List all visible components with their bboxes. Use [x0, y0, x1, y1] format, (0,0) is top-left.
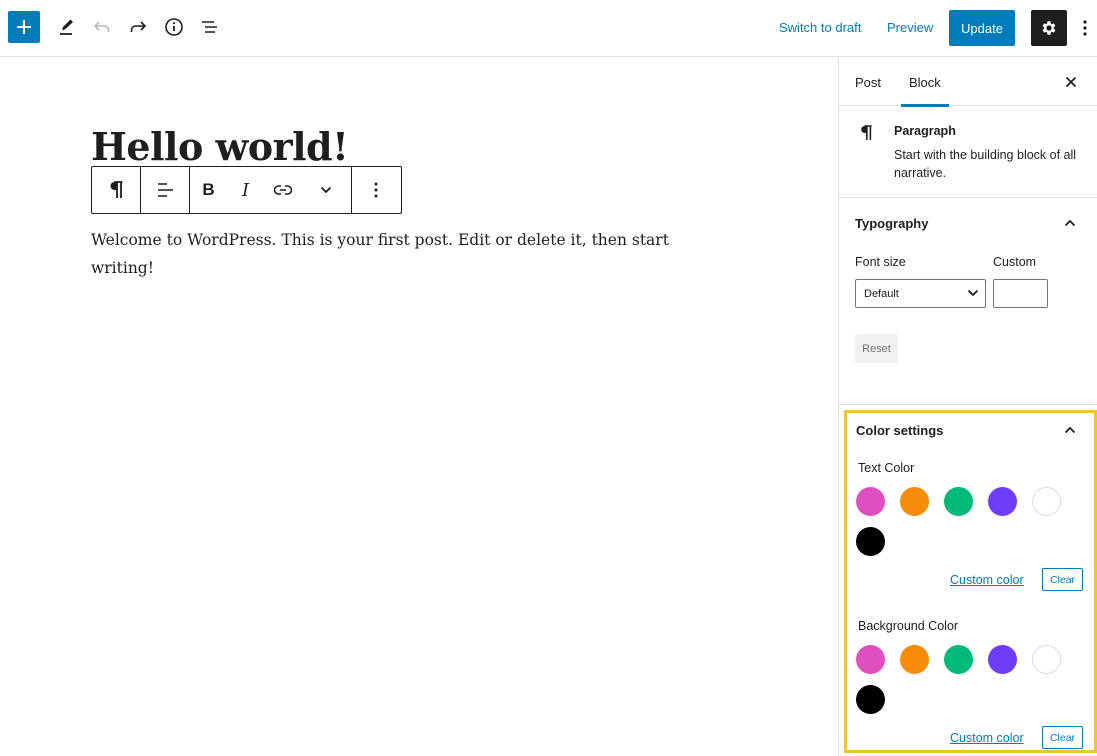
list-view-icon: [202, 21, 217, 33]
block-options-group: [352, 167, 400, 213]
background-color-swatch[interactable]: [900, 645, 929, 674]
settings-sidebar: Post Block Paragraph Start with the buil…: [838, 58, 1097, 756]
post-title[interactable]: Hello world!: [91, 124, 349, 169]
update-button[interactable]: Update: [949, 10, 1015, 46]
background-color-swatch[interactable]: [988, 645, 1017, 674]
options-button[interactable]: [1076, 14, 1094, 42]
link-button[interactable]: [264, 167, 301, 213]
text-color-label: Text Color: [858, 461, 915, 475]
add-block-button[interactable]: [8, 11, 40, 43]
list-view-button[interactable]: [194, 10, 226, 44]
chevron-up-icon[interactable]: [1062, 422, 1078, 438]
bold-button[interactable]: B: [190, 167, 227, 213]
typography-panel: Typography Font size Custom Default Rese…: [839, 198, 1097, 405]
text-color-swatch[interactable]: [1032, 487, 1061, 516]
pencil-icon: [60, 19, 73, 35]
align-group: [141, 167, 190, 213]
format-group: B I: [190, 167, 352, 213]
redo-icon: [130, 21, 147, 32]
editor-canvas: Hello world! B I Welcome to WordPress. T…: [0, 58, 838, 756]
more-vertical-icon: [1083, 20, 1087, 36]
background-color-swatch[interactable]: [856, 685, 885, 714]
tab-post[interactable]: Post: [855, 58, 881, 106]
tab-block[interactable]: Block: [901, 58, 949, 107]
background-clear-button[interactable]: Clear: [1042, 726, 1083, 749]
custom-font-size-input[interactable]: [993, 279, 1048, 308]
custom-size-label: Custom: [993, 255, 1037, 269]
more-rich-text-button[interactable]: [301, 167, 351, 213]
redo-button[interactable]: [122, 10, 154, 44]
reset-button[interactable]: Reset: [855, 334, 898, 363]
color-settings-toggle[interactable]: Color settings: [856, 423, 943, 438]
gear-icon: [1042, 21, 1056, 35]
chevron-down-icon: [320, 186, 332, 194]
link-icon: [273, 185, 292, 195]
paragraph-icon: [859, 124, 873, 146]
chevron-up-icon[interactable]: [1062, 215, 1078, 231]
switch-to-draft-link[interactable]: Switch to draft: [779, 20, 861, 35]
sidebar-tabs: Post Block: [839, 58, 1097, 107]
background-color-swatch[interactable]: [1032, 645, 1061, 674]
color-settings-panel: Color settings Text Color Custom color C…: [844, 410, 1097, 753]
details-button[interactable]: [158, 10, 190, 44]
undo-icon: [93, 21, 110, 32]
text-color-swatch[interactable]: [900, 487, 929, 516]
italic-button[interactable]: I: [227, 167, 264, 213]
info-icon: [165, 18, 183, 36]
change-block-type-button[interactable]: [92, 167, 140, 213]
settings-button[interactable]: [1031, 10, 1067, 46]
undo-button[interactable]: [86, 10, 118, 44]
align-left-icon: [158, 183, 173, 197]
text-clear-button[interactable]: Clear: [1042, 568, 1083, 591]
background-color-swatch[interactable]: [856, 645, 885, 674]
text-color-swatch[interactable]: [856, 527, 885, 556]
align-button[interactable]: [141, 167, 189, 213]
chevron-down-icon: [967, 289, 979, 297]
typography-panel-toggle[interactable]: Typography: [855, 216, 928, 231]
close-sidebar-button[interactable]: [1059, 70, 1083, 94]
block-card: Paragraph Start with the building block …: [839, 106, 1097, 198]
background-color-swatch[interactable]: [944, 645, 973, 674]
font-size-select[interactable]: Default: [855, 279, 986, 308]
close-icon: [1065, 76, 1077, 88]
tools-button[interactable]: [50, 10, 82, 44]
background-color-label: Background Color: [858, 619, 959, 633]
plus-icon: [17, 20, 31, 34]
editor-header: Switch to draft Preview Update: [0, 0, 1097, 57]
block-options-button[interactable]: [352, 167, 400, 213]
text-custom-color-link[interactable]: Custom color: [950, 573, 1024, 587]
paragraph-block[interactable]: Welcome to WordPress. This is your first…: [91, 226, 671, 282]
text-color-swatch[interactable]: [944, 487, 973, 516]
block-toolbar: B I: [91, 166, 402, 214]
more-vertical-icon: [374, 182, 378, 198]
block-type-group: [92, 167, 141, 213]
text-color-swatch[interactable]: [856, 487, 885, 516]
block-card-description: Start with the building block of all nar…: [894, 148, 1077, 180]
paragraph-icon: [110, 181, 123, 198]
block-card-title: Paragraph: [894, 124, 956, 138]
background-custom-color-link[interactable]: Custom color: [950, 731, 1024, 745]
font-size-label: Font size: [855, 255, 906, 269]
font-size-value: Default: [864, 287, 899, 300]
preview-link[interactable]: Preview: [887, 20, 933, 35]
text-color-swatch[interactable]: [988, 487, 1017, 516]
